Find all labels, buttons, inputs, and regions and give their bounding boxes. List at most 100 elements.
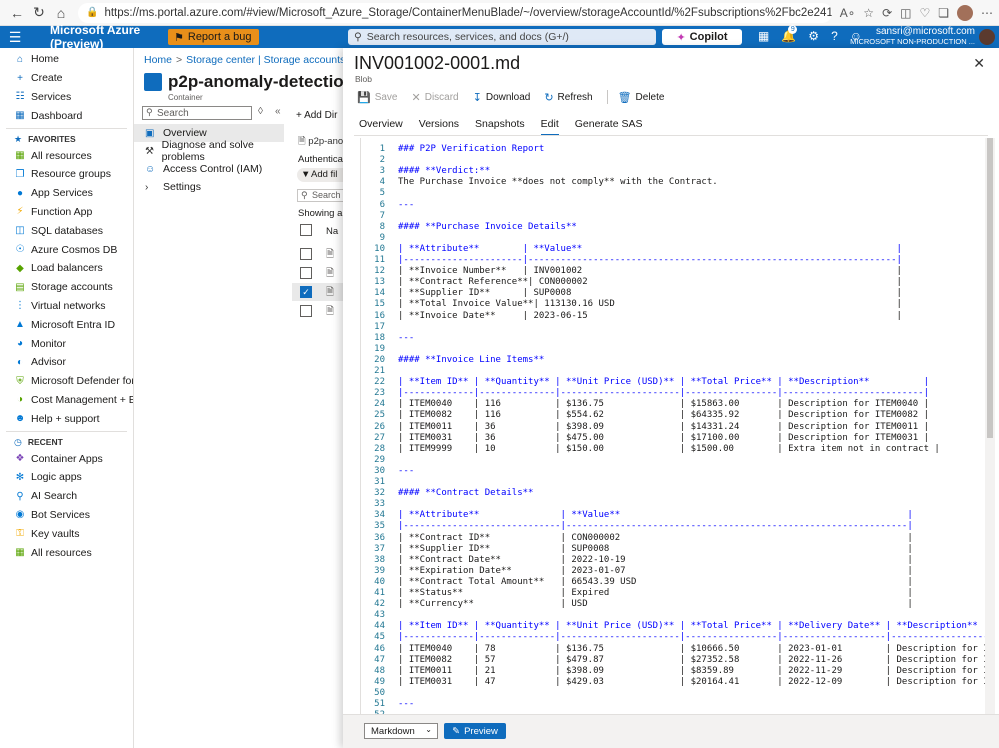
cloud-shell-icon[interactable]: ▦: [758, 29, 769, 43]
cost-icon: ◑: [16, 394, 24, 406]
line-number: 42: [374, 599, 385, 610]
row-checkbox-checked[interactable]: ✓: [300, 286, 312, 298]
collections-icon[interactable]: ❏: [938, 6, 949, 20]
code-line: | **Contract ID** | CON000002 |: [398, 532, 913, 543]
nav-item-defender[interactable]: ⛨Microsoft Defender for Cl...: [0, 372, 133, 391]
blade-search-input[interactable]: ⚲ Search: [142, 106, 252, 120]
line-number: 21: [374, 366, 385, 376]
read-aloud-icon[interactable]: A∘: [840, 6, 856, 20]
delete-button[interactable]: 🗑 Delete: [618, 91, 665, 104]
scrollbar-thumb[interactable]: [987, 138, 993, 438]
editor-scrollbar[interactable]: [985, 138, 995, 718]
nav-item-entra-id[interactable]: ▲ Microsoft Entra ID: [0, 315, 133, 334]
address-bar[interactable]: 🔒 https://ms.portal.azure.com/#view/Micr…: [78, 2, 832, 23]
breadcrumb-home[interactable]: Home: [144, 54, 172, 66]
nav-item-dashboard[interactable]: ▦ Dashboard: [0, 106, 133, 125]
copilot-button[interactable]: ✦ Copilot: [662, 29, 742, 45]
more-icon[interactable]: ⋯: [981, 6, 993, 20]
add-directory-button[interactable]: + Add Dir: [296, 110, 337, 121]
filter-icon: ▼: [301, 169, 311, 180]
save-icon: 💾: [357, 91, 371, 104]
download-button[interactable]: ↧ Download: [473, 91, 531, 104]
nav-item-bot-services[interactable]: ◉ Bot Services: [0, 506, 133, 525]
nav-item-create[interactable]: + Create: [0, 69, 133, 88]
line-number: 38: [374, 554, 385, 565]
nav-item-container-apps[interactable]: ❖ Container Apps: [0, 449, 133, 468]
account-info[interactable]: sansri@microsoft.com MICROSOFT NON-PRODU…: [850, 27, 975, 47]
tab-versions[interactable]: Versions: [419, 118, 459, 136]
nav-item-cosmos-db[interactable]: ☉ Azure Cosmos DB: [0, 240, 133, 259]
line-number: 7: [379, 210, 385, 221]
code-line: | **Contract Reference**| CON000002 |: [398, 277, 902, 288]
reload-icon[interactable]: ↻: [28, 2, 50, 24]
blade-menu-settings[interactable]: › Settings: [134, 178, 284, 196]
code-line: | ITEM0031 | 36 | $475.00 | $17100.00 | …: [398, 432, 930, 443]
azure-header: ☰ Microsoft Azure (Preview) ⚑ Report a b…: [0, 23, 999, 51]
line-number: 51: [374, 699, 385, 709]
nav-item-storage-accounts[interactable]: ▤ Storage accounts: [0, 278, 133, 297]
blade-menu-iam[interactable]: ☺ Access Control (IAM): [134, 160, 284, 178]
blade-menu-diagnose[interactable]: ⚒ Diagnose and solve problems: [134, 139, 284, 163]
portal-left-nav: ⌂ Home + Create ☷ Services ▦ Dashboard ★ FAVO…: [0, 48, 134, 748]
row-checkbox[interactable]: [300, 305, 312, 317]
user-avatar[interactable]: [979, 29, 995, 45]
collapse-menu-icon[interactable]: «: [275, 106, 281, 117]
nav-item-advisor[interactable]: ◐ Advisor: [0, 353, 133, 372]
tab-generate-sas[interactable]: Generate SAS: [575, 118, 643, 136]
line-number: 6: [379, 199, 385, 210]
nav-item-all-resources[interactable]: ▦ All resources: [0, 146, 133, 165]
tab-overview[interactable]: Overview: [359, 118, 403, 136]
nav-item-sql-databases[interactable]: ◫ SQL databases: [0, 221, 133, 240]
nav-item-virtual-networks[interactable]: ⋮ Virtual networks: [0, 297, 133, 316]
column-header-name[interactable]: Na: [326, 226, 338, 237]
favorite-star-icon[interactable]: ☆: [863, 6, 874, 20]
code-editor[interactable]: 1 ### P2P Verification Report 2 3 #### **Ver…: [360, 138, 988, 718]
row-checkbox[interactable]: [300, 267, 312, 279]
expand-icon[interactable]: ◊: [258, 106, 263, 117]
close-icon[interactable]: ✕: [973, 55, 985, 72]
settings-gear-icon[interactable]: ⚙: [808, 29, 819, 43]
nav-item-help-support[interactable]: ☻ Help + support: [0, 409, 133, 428]
profile-avatar[interactable]: [957, 4, 973, 21]
line-number: 47: [374, 654, 385, 665]
nav-item-monitor[interactable]: ◕ Monitor: [0, 334, 133, 353]
select-all-checkbox[interactable]: [300, 224, 312, 236]
nav-item-load-balancers[interactable]: ◆ Load balancers: [0, 259, 133, 278]
code-line: The Purchase Invoice **does not comply**…: [398, 177, 718, 188]
nav-item-all-resources-recent[interactable]: ▦ All resources: [0, 543, 133, 562]
star-icon: ★: [14, 133, 23, 144]
row-checkbox[interactable]: [300, 248, 312, 260]
nav-item-services[interactable]: ☷ Services: [0, 88, 133, 107]
nav-item-function-app[interactable]: ⚡ Function App: [0, 203, 133, 222]
nav-item-logic-apps[interactable]: ✻ Logic apps: [0, 468, 133, 487]
tab-edit[interactable]: Edit: [540, 118, 559, 136]
preview-button[interactable]: ✎ Preview: [444, 723, 506, 739]
nav-item-resource-groups[interactable]: ❐ Resource groups: [0, 165, 133, 184]
nav-item-cost-management[interactable]: ◑Cost Management + Billing: [0, 391, 133, 410]
extensions-icon[interactable]: ⟳: [882, 6, 892, 20]
back-icon[interactable]: ←: [6, 2, 28, 24]
notifications-icon[interactable]: 🔔 9: [781, 25, 798, 43]
save-button[interactable]: 💾 Save: [357, 91, 398, 104]
format-select[interactable]: Markdown ⌄: [364, 723, 438, 739]
home-icon[interactable]: ⌂: [50, 2, 72, 24]
tab-snapshots[interactable]: Snapshots: [475, 118, 525, 136]
portal-brand[interactable]: Microsoft Azure (Preview): [50, 23, 168, 51]
split-screen-icon[interactable]: ◫: [900, 6, 911, 20]
report-bug-button[interactable]: ⚑ Report a bug: [168, 29, 260, 45]
resource-group-icon: ❐: [15, 168, 25, 180]
nav-item-key-vaults[interactable]: ⚿ Key vaults: [0, 524, 133, 543]
discard-button[interactable]: ✕ Discard: [412, 91, 459, 104]
nav-item-app-services[interactable]: ● App Services: [0, 184, 133, 203]
refresh-button[interactable]: ↻ Refresh: [544, 91, 592, 104]
lightning-icon: ⚡: [16, 206, 24, 218]
nav-item-ai-search[interactable]: ⚲ AI Search: [0, 487, 133, 506]
nav-item-home[interactable]: ⌂ Home: [0, 50, 133, 69]
favorites-icon[interactable]: ♡: [919, 6, 930, 20]
notification-badge: 9: [788, 25, 798, 34]
blob-editor-panel: INV001002-0001.md Blob ✕ 💾 Save ✕ Discard …: [343, 48, 999, 748]
global-search-input[interactable]: ⚲ Search resources, services, and docs (…: [348, 29, 656, 45]
hamburger-menu-icon[interactable]: ☰: [0, 29, 30, 46]
help-icon[interactable]: ?: [831, 29, 838, 43]
code-line: ---: [398, 199, 415, 210]
